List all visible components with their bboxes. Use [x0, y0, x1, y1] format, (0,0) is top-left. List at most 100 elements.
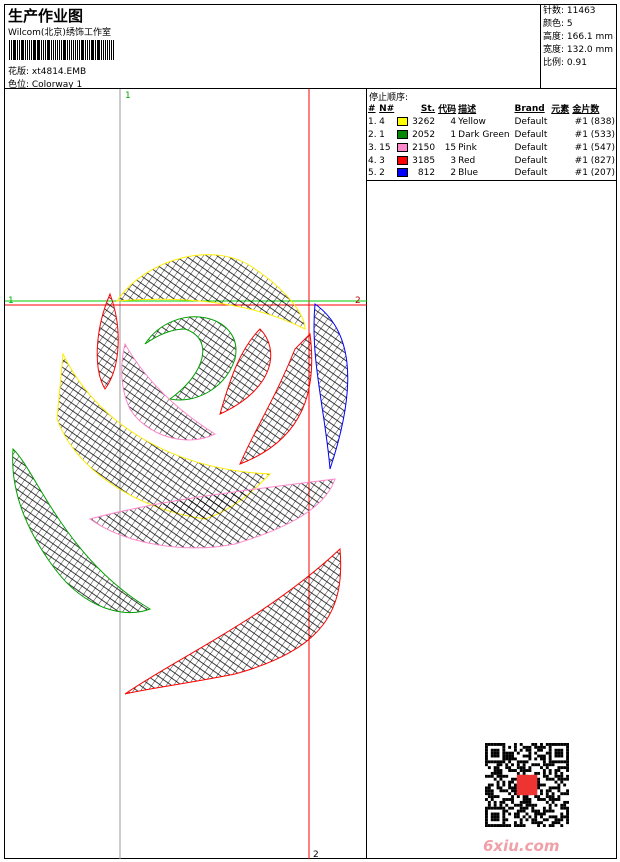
col-stitches: St.: [420, 103, 436, 114]
stats-panel: 针数: 11463 颜色: 5 高度: 166.1 mm 宽度: 132.0 m…: [540, 5, 616, 89]
cell-empty: [550, 154, 571, 167]
color-swatch: [397, 129, 409, 139]
cell-seq: #1 (533): [574, 129, 615, 140]
stop-sequence-panel: 停止顺序: # N# St. 代码 描述 Brand 元素 金片数 1. 4 326…: [367, 89, 616, 181]
barcode-bar: [41, 40, 42, 60]
company-name: Wilcom(北京)绣饰工作室: [8, 28, 111, 38]
barcode-bar: [95, 40, 96, 60]
cell-desc: Blue: [458, 168, 479, 179]
design-width: 宽度: 132.0 mm: [543, 45, 614, 55]
cell-idx: 4.: [368, 155, 377, 166]
barcode-bar: [105, 40, 106, 60]
guide-label-bottom: 2: [313, 850, 319, 859]
barcode: [9, 40, 115, 60]
barcode-bar: [91, 40, 94, 60]
barcode-bar: [113, 40, 114, 60]
cell-code: 2: [450, 168, 457, 179]
barcode-bar: [55, 40, 56, 60]
barcode-bar: [69, 40, 70, 60]
col-needle: N#: [379, 103, 395, 114]
cell-brand: Default: [514, 142, 548, 153]
cell-seq: #1 (207): [574, 168, 615, 179]
barcode-bar: [103, 40, 104, 60]
color-count: 颜色: 5: [543, 19, 573, 29]
barcode-bar: [101, 40, 102, 60]
barcode-bar: [57, 40, 58, 60]
cell-brand: Default: [514, 155, 548, 166]
color-swatch: [397, 116, 409, 126]
cell-empty: [550, 128, 571, 141]
cell-code: 4: [450, 116, 457, 127]
cell-empty: [550, 167, 571, 180]
barcode-bar: [9, 40, 10, 60]
cell-desc: Dark Green: [458, 129, 510, 140]
barcode-bar: [47, 40, 50, 60]
barcode-bar: [53, 40, 54, 60]
barcode-bar: [51, 40, 52, 60]
table-row: 4. 3 3185 3 Red Default #1 (827): [367, 154, 616, 167]
cell-idx: 3.: [368, 142, 377, 153]
swatch-cell: [396, 128, 410, 141]
cell-brand: Default: [514, 129, 548, 140]
production-worksheet: 生产作业图 Wilcom(北京)绣饰工作室 花版: xt4814.EMB 色位:…: [4, 4, 617, 860]
col-element: 元素: [551, 105, 570, 115]
barcode-bar: [31, 40, 32, 60]
stitch-count: 针数: 11463: [543, 6, 596, 16]
yellow-petal-top: [116, 254, 306, 330]
barcode-bar: [97, 40, 100, 60]
cell-desc: Yellow: [458, 116, 486, 127]
green-petal-center: [144, 316, 237, 401]
barcode-bar: [21, 40, 24, 60]
cell-st: 3262: [412, 116, 436, 127]
barcode-bar: [71, 40, 72, 60]
barcode-bar: [89, 40, 90, 60]
barcode-bar: [37, 40, 40, 60]
barcode-bar: [59, 40, 60, 60]
barcode-bar: [61, 40, 62, 60]
page-title: 生产作业图: [8, 7, 84, 25]
cell-seq: #1 (547): [574, 142, 615, 153]
col-description: 描述: [458, 105, 477, 115]
guide-label-top: 1: [125, 91, 131, 101]
barcode-bar: [109, 40, 110, 60]
cell-seq: #1 (827): [574, 155, 615, 166]
barcode-bar: [27, 40, 28, 60]
cell-n: 1: [379, 129, 385, 140]
qr-code: [485, 743, 569, 827]
cell-n: 2: [379, 168, 385, 179]
swatch-cell: [396, 115, 410, 128]
cell-idx: 1.: [368, 116, 377, 127]
embroidery-preview: 1 1 2 2: [5, 89, 367, 860]
color-sequence-table: # N# St. 代码 描述 Brand 元素 金片数 1. 4 3262 4 Yell…: [367, 102, 616, 181]
color-swatch: [397, 155, 409, 165]
swatch-cell: [396, 141, 410, 154]
design-file: 花版: xt4814.EMB: [8, 67, 87, 77]
barcode-bar: [25, 40, 26, 60]
cell-code: 15: [444, 142, 457, 153]
cell-seq: #1 (838): [574, 116, 615, 127]
cell-idx: 2.: [368, 129, 377, 140]
stop-sequence-caption: 停止顺序:: [369, 93, 409, 103]
table-header: # N# St. 代码 描述 Brand 元素 金片数: [367, 102, 616, 116]
barcode-bar: [85, 40, 86, 60]
col-code: 代码: [438, 105, 457, 115]
cell-n: 3: [379, 155, 385, 166]
cell-desc: Red: [458, 155, 476, 166]
barcode-bar: [29, 40, 30, 60]
cell-empty: [550, 115, 571, 128]
barcode-bar: [81, 40, 84, 60]
table-row: 3. 15 2150 15 Pink Default #1 (547): [367, 141, 616, 154]
table-row: 1. 4 3262 4 Yellow Default #1 (838): [367, 115, 616, 128]
design-height: 高度: 166.1 mm: [543, 32, 614, 42]
barcode-bar: [17, 40, 18, 60]
blue-petal-right: [313, 303, 349, 470]
barcode-bar: [73, 40, 74, 60]
cell-st: 812: [417, 168, 436, 179]
cell-n: 4: [379, 116, 385, 127]
barcode-bar: [67, 40, 68, 60]
barcode-bar: [77, 40, 78, 60]
color-swatch: [397, 142, 409, 152]
barcode-bar: [43, 40, 44, 60]
barcode-bar: [63, 40, 66, 60]
cell-idx: 5.: [368, 168, 377, 179]
